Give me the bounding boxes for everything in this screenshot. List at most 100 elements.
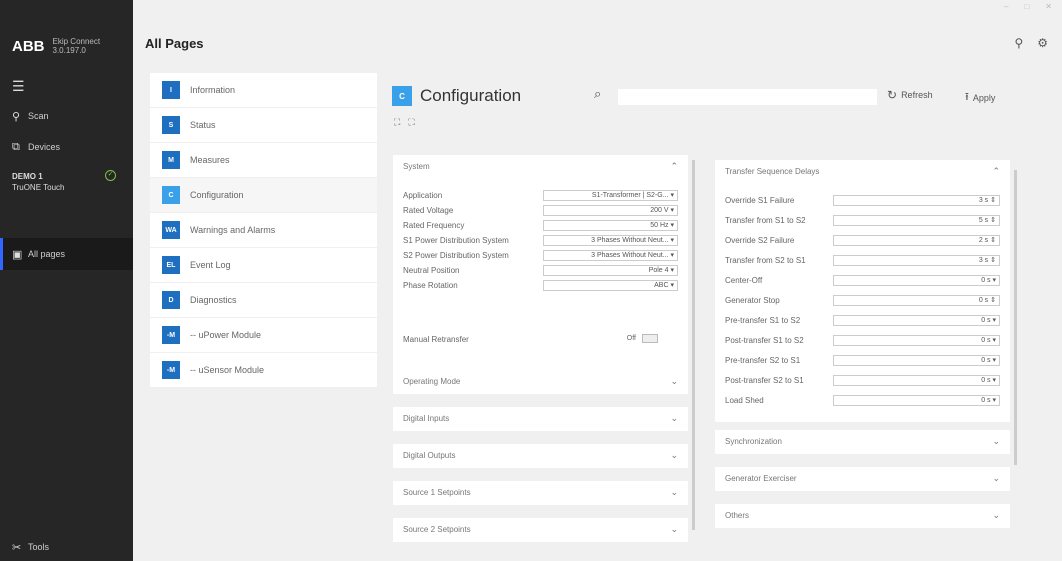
transfer-delays-section: Transfer Sequence Delays ⌃ Override S1 F… <box>715 160 1010 422</box>
nav-label: Information <box>190 85 236 95</box>
system-field-row: Neutral Position Pole 4 ▾ <box>403 265 678 277</box>
chevron-down-icon: ⌄ <box>670 523 678 534</box>
collapse-all-icon[interactable]: ⛶ <box>408 117 414 128</box>
close-icon[interactable]: ✕ <box>1045 2 1052 11</box>
field-input[interactable]: 2 s ⇕ <box>833 235 1000 246</box>
section-header[interactable]: Source 2 Setpoints ⌄ <box>393 518 688 540</box>
sidebar-item-label: All pages <box>28 249 66 259</box>
nav-badge: EL <box>162 256 180 274</box>
page-title: All Pages <box>145 36 204 51</box>
delay-field-row: Override S1 Failure 3 s ⇕ <box>725 195 1000 207</box>
nav-item[interactable]: -M -- uSensor Module <box>150 353 377 387</box>
nav-badge: S <box>162 116 180 134</box>
field-input[interactable]: 0 s ▾ <box>833 275 1000 286</box>
refresh-label: Refresh <box>901 90 933 100</box>
field-select[interactable]: 3 Phases Without Neut... ▾ <box>543 250 678 261</box>
brand-app-name: Ekip Connect <box>52 37 101 46</box>
search-input[interactable] <box>618 89 877 105</box>
field-label: Post-transfer S1 to S2 <box>725 336 804 345</box>
collapsed-section[interactable]: Digital Inputs ⌄ <box>393 407 688 431</box>
nav-item[interactable]: EL Event Log <box>150 248 377 282</box>
field-label: Rated Frequency <box>403 221 465 230</box>
system-field-row: Rated Frequency 50 Hz ▾ <box>403 220 678 232</box>
field-input[interactable]: 5 s ⇕ <box>833 215 1000 226</box>
device-model: TruONE Touch <box>12 183 65 192</box>
search-icon: ⌕ <box>594 86 602 101</box>
transfer-delays-header[interactable]: Transfer Sequence Delays ⌃ <box>715 160 1010 182</box>
collapsed-section[interactable]: Source 1 Setpoints ⌄ <box>393 481 688 505</box>
field-select[interactable]: ABC ▾ <box>543 280 678 291</box>
tools-icon: ✂ <box>12 541 22 554</box>
field-label: Center-Off <box>725 276 763 285</box>
section-header[interactable]: Operating Mode ⌄ <box>393 370 688 392</box>
nav-label: Warnings and Alarms <box>190 225 276 235</box>
apply-button[interactable]: ⭱ Apply <box>965 88 995 107</box>
field-select[interactable]: 3 Phases Without Neut... ▾ <box>543 235 678 246</box>
nav-item[interactable]: D Diagnostics <box>150 283 377 317</box>
field-label: Load Shed <box>725 396 764 405</box>
expand-all-icon[interactable]: ⛶ <box>394 117 400 128</box>
apply-label: Apply <box>972 92 996 103</box>
field-label: Phase Rotation <box>403 281 458 290</box>
nav-badge: -M <box>162 326 180 344</box>
section-header[interactable]: Digital Outputs ⌄ <box>393 444 688 466</box>
collapsed-section[interactable]: Synchronization ⌄ <box>715 430 1010 454</box>
maximize-icon[interactable]: □ <box>1024 2 1029 11</box>
field-input[interactable]: 0 s ▾ <box>833 315 1000 326</box>
field-label: Rated Voltage <box>403 206 454 215</box>
field-input[interactable]: 0 s ⇕ <box>833 295 1000 306</box>
gear-icon[interactable]: ⚙ <box>1037 36 1048 50</box>
left-scrollbar[interactable] <box>692 160 695 530</box>
field-select[interactable]: Pole 4 ▾ <box>543 265 678 276</box>
menu-icon[interactable]: ☰ <box>12 78 25 95</box>
collapsed-section[interactable]: Digital Outputs ⌄ <box>393 444 688 468</box>
field-input[interactable]: 0 s ▾ <box>833 395 1000 406</box>
nav-item[interactable]: I Information <box>150 73 377 107</box>
collapsed-section[interactable]: Operating Mode ⌄ <box>393 370 688 394</box>
chevron-down-icon: ⌄ <box>992 509 1000 520</box>
section-header[interactable]: Synchronization ⌄ <box>715 430 1010 452</box>
nav-item[interactable]: S Status <box>150 108 377 142</box>
section-header[interactable]: Generator Exerciser ⌄ <box>715 467 1010 489</box>
field-input[interactable]: 3 s ⇕ <box>833 255 1000 266</box>
system-header[interactable]: System ⌃ <box>393 155 688 177</box>
field-input[interactable]: 0 s ▾ <box>833 355 1000 366</box>
chevron-down-icon: ⌄ <box>992 435 1000 446</box>
nav-item[interactable]: M Measures <box>150 143 377 177</box>
section-header[interactable]: Source 1 Setpoints ⌄ <box>393 481 688 503</box>
nav-label: Status <box>190 120 216 130</box>
sidebar-item-devices[interactable]: ⧉ Devices <box>12 138 127 156</box>
sidebar-item-tools[interactable]: ✂ Tools <box>12 538 127 556</box>
chevron-down-icon: ⌄ <box>992 472 1000 483</box>
field-input[interactable]: 0 s ▾ <box>833 335 1000 346</box>
nav-item[interactable]: WA Warnings and Alarms <box>150 213 377 247</box>
sidebar-item-scan[interactable]: ⚲ Scan <box>12 107 127 125</box>
field-select[interactable]: S1-Transformer | S2-G... ▾ <box>543 190 678 201</box>
section-header[interactable]: Digital Inputs ⌄ <box>393 407 688 429</box>
nav-item[interactable]: -M -- uPower Module <box>150 318 377 352</box>
collapsed-section[interactable]: Source 2 Setpoints ⌄ <box>393 518 688 542</box>
nav-item[interactable]: C Configuration <box>150 178 377 212</box>
field-input[interactable]: 3 s ⇕ <box>833 195 1000 206</box>
section-header[interactable]: Others ⌄ <box>715 504 1010 526</box>
device-entry[interactable]: DEMO 1 TruONE Touch ✓ <box>12 170 122 192</box>
field-label: Post-transfer S2 to S1 <box>725 376 804 385</box>
field-select[interactable]: 200 V ▾ <box>543 205 678 216</box>
manual-retransfer-toggle[interactable]: Off <box>627 334 658 343</box>
toggle-switch[interactable] <box>642 334 658 343</box>
bulb-icon[interactable]: ⚲ <box>1014 36 1023 50</box>
sidebar-item-all-pages[interactable]: ▣ All pages <box>0 238 133 270</box>
refresh-button[interactable]: ↻ Refresh <box>887 88 933 102</box>
field-input[interactable]: 0 s ▾ <box>833 375 1000 386</box>
delay-field-row: Pre-transfer S1 to S2 0 s ▾ <box>725 315 1000 327</box>
field-select[interactable]: 50 Hz ▾ <box>543 220 678 231</box>
field-label: S2 Power Distribution System <box>403 251 509 260</box>
expand-controls: ⛶ ⛶ <box>394 117 415 128</box>
nav-label: Event Log <box>190 260 231 270</box>
minimize-icon[interactable]: – <box>1004 2 1008 11</box>
right-scrollbar[interactable] <box>1014 170 1017 465</box>
top-icons: ⚲ ⚙ <box>1014 36 1048 50</box>
collapsed-section[interactable]: Others ⌄ <box>715 504 1010 528</box>
collapsed-section[interactable]: Generator Exerciser ⌄ <box>715 467 1010 491</box>
field-label: Pre-transfer S2 to S1 <box>725 356 801 365</box>
